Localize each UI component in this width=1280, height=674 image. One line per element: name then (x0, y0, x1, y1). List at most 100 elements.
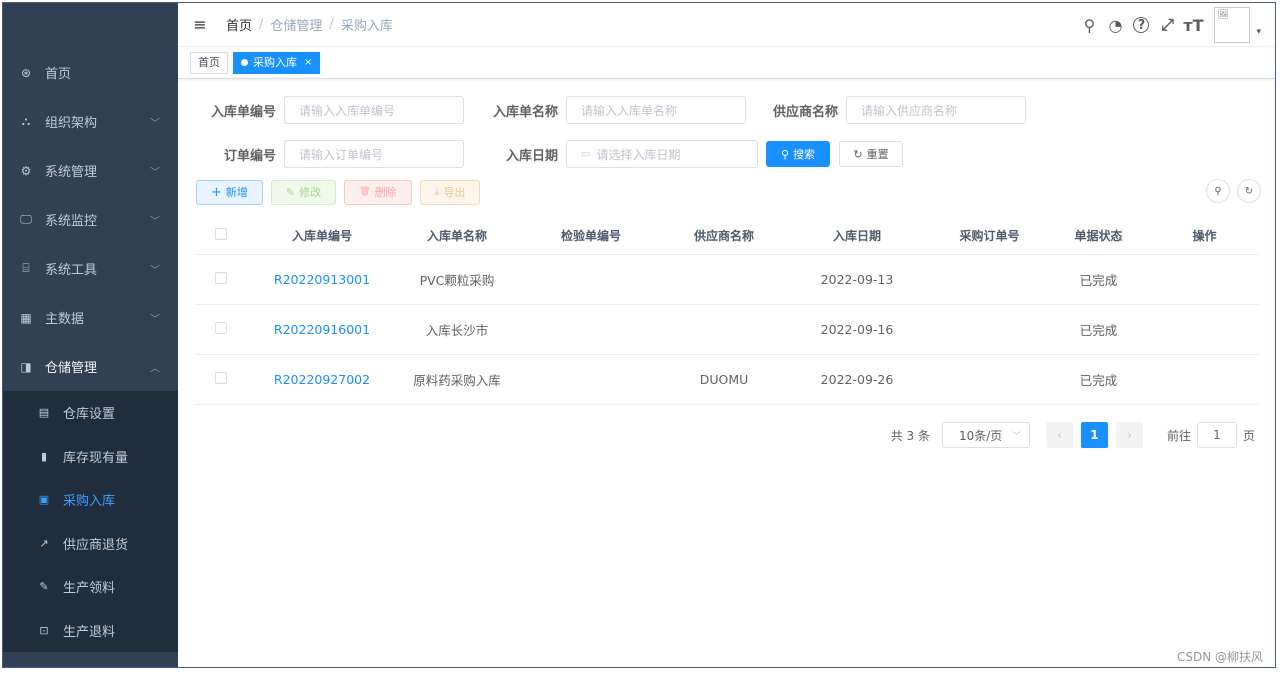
monitor-icon: 🖵 (20, 212, 32, 226)
inbound-code-link[interactable]: R20220927002 (246, 372, 398, 387)
warehouse-submenu: ▤ 仓库设置 ▮ 库存现有量 ▣ 采购入库 ↗ 供应商退货 ✎ 生产领料 ⊡ 生… (3, 391, 178, 652)
sidebar-item-label: 仓储管理 (45, 361, 98, 376)
sidebar-item-system-tools[interactable]: ⌸ 系统工具 ﹀ (3, 244, 178, 293)
sidebar-subitem-label: 供应商退货 (63, 537, 129, 553)
search-icon: ⚲ (780, 147, 790, 161)
inbound-name-cell: PVC颗粒采购 (419, 273, 495, 288)
search-button[interactable]: ⚲ 搜索 (766, 141, 830, 167)
font-size-icon[interactable]: тT (1180, 12, 1206, 38)
toggle-search-button[interactable]: ⚲ (1206, 179, 1230, 203)
inbound-name-input[interactable]: 请输入入库单名称 (566, 96, 746, 124)
navbar: ≡ 首页 / 仓储管理 / 采购入库 ⚲ ◔ ? ⤢ тT 🖼 ▾ (178, 3, 1275, 47)
caret-down-icon[interactable]: ▾ (1256, 27, 1261, 37)
row-checkbox[interactable] (215, 372, 227, 384)
sidebar-item-home[interactable]: ⊛ 首页 (3, 48, 178, 97)
column-header[interactable]: 入库单编号 (246, 227, 398, 244)
warehouse-icon: ◨ (20, 359, 32, 374)
sidebar-subitem-supplier-return[interactable]: ↗ 供应商退货 (3, 522, 178, 566)
tag-home[interactable]: 首页 (190, 51, 228, 74)
close-icon[interactable]: × (304, 53, 312, 73)
sidebar-subitem-production-issue[interactable]: ✎ 生产领料 (3, 565, 178, 609)
table-row[interactable]: R20220916001 入库长沙市 2022-09-16 已完成 (196, 305, 1259, 355)
export-button[interactable]: ⤓ 导出 (419, 179, 481, 205)
page-size-select[interactable]: 10条/页 ﹀ (941, 422, 1030, 448)
column-header[interactable]: 入库单名称 (398, 227, 516, 244)
sidebar-subitem-purchase-inbound[interactable]: ▣ 采购入库 (3, 478, 178, 522)
sidebar-item-label: 首页 (45, 67, 72, 82)
return-icon: ⊡ (39, 623, 49, 637)
edit-icon: ✎ (285, 185, 296, 199)
supplier-name-label: 供应商名称 (772, 104, 838, 120)
row-select-cell (196, 272, 246, 287)
download-icon: ⤓ (434, 185, 440, 198)
inbound-name-cell: 入库长沙市 (425, 323, 489, 338)
next-page-button[interactable]: › (1115, 422, 1143, 448)
export-button-label: 导出 (443, 186, 466, 199)
delete-button-label: 删除 (374, 186, 397, 199)
add-button-label: 新增 (225, 186, 248, 199)
sidebar-item-organization[interactable]: ⛬ 组织架构 ﹀ (3, 97, 178, 146)
supplier-name-input[interactable]: 请输入供应商名称 (846, 96, 1026, 124)
order-code-label: 订单编号 (223, 148, 276, 164)
github-icon[interactable]: ◔ (1102, 12, 1128, 38)
row-checkbox[interactable] (215, 272, 227, 284)
goto-page-input[interactable]: 1 (1196, 422, 1237, 448)
table-row[interactable]: R20220913001 PVC颗粒采购 2022-09-13 已完成 (196, 255, 1259, 305)
search-icon[interactable]: ⚲ (1076, 12, 1102, 38)
page-number-button[interactable]: 1 (1080, 422, 1108, 448)
refresh-button[interactable]: ↻ (1237, 179, 1261, 203)
sidebar-subitem-warehouse-settings[interactable]: ▤ 仓库设置 (3, 391, 178, 435)
breadcrumb: 首页 / 仓储管理 / 采购入库 (226, 15, 393, 34)
inbound-code-input[interactable]: 请输入入库单编号 (284, 96, 464, 124)
inbound-code-link[interactable]: R20220913001 (246, 272, 398, 287)
avatar[interactable]: 🖼 (1214, 7, 1251, 43)
column-header[interactable]: 采购订单号 (932, 227, 1047, 244)
tags-view: 首页 采购入库 × (178, 47, 1275, 79)
column-header[interactable]: 供应商名称 (666, 227, 782, 244)
row-checkbox[interactable] (215, 322, 227, 334)
table-header: 入库单编号 入库单名称 检验单编号 供应商名称 入库日期 采购订单号 单据状态 … (196, 217, 1259, 255)
select-all-checkbox[interactable] (215, 228, 227, 240)
tree-icon: ⛬ (21, 114, 31, 128)
reset-button[interactable]: ↻ 重置 (839, 141, 903, 167)
edit-button[interactable]: ✎ 修改 (270, 179, 337, 205)
sidebar-item-label: 组织架构 (45, 116, 98, 131)
order-code-input[interactable]: 请输入订单编号 (284, 140, 464, 168)
help-icon[interactable]: ? (1133, 17, 1150, 33)
calendar-icon: ▭ (581, 148, 591, 160)
sidebar-subitem-production-return[interactable]: ⊡ 生产退料 (3, 609, 178, 653)
inbound-code-link[interactable]: R20220916001 (246, 322, 398, 337)
inbound-date-cell: 2022-09-26 (820, 372, 894, 387)
external-link-icon: ↗ (39, 536, 49, 550)
page-content: 入库单编号 请输入入库单编号 入库单名称 请输入入库单名称 供应商名称 请输入供… (178, 79, 1275, 405)
column-header[interactable]: 检验单编号 (516, 227, 666, 244)
sidebar-item-system-management[interactable]: ⚙ 系统管理 ﹀ (3, 146, 178, 195)
sidebar-item-warehouse[interactable]: ◨ 仓储管理 ︿ (3, 342, 178, 391)
search-form-row-2: 订单编号 请输入订单编号 入库日期 ▭ 请选择入库日期 ⚲ 搜索 ↻ 重置 (196, 139, 1257, 169)
table-row[interactable]: R20220927002 原料药采购入库 DUOMU 2022-09-26 已完… (196, 355, 1259, 405)
sidebar-item-label: 系统管理 (45, 165, 98, 180)
breadcrumb-home[interactable]: 首页 (226, 15, 252, 34)
tag-label: 采购入库 (253, 55, 297, 69)
inbound-date-picker[interactable]: ▭ 请选择入库日期 (566, 140, 758, 168)
fullscreen-icon[interactable]: ⤢ (1154, 12, 1180, 38)
plus-icon: + (211, 184, 222, 200)
add-button[interactable]: + 新增 (196, 179, 263, 205)
sidebar-subitem-stock-onhand[interactable]: ▮ 库存现有量 (3, 435, 178, 479)
sidebar-item-system-monitor[interactable]: 🖵 系统监控 ﹀ (3, 195, 178, 244)
column-header[interactable]: 入库日期 (782, 227, 932, 244)
tag-label: 首页 (198, 55, 220, 69)
grid-icon: ▦ (20, 310, 32, 325)
sidebar-item-label: 系统监控 (45, 214, 98, 229)
dashboard-icon: ⊛ (20, 65, 32, 80)
sidebar-item-master-data[interactable]: ▦ 主数据 ﹀ (3, 293, 178, 342)
trash-icon: 🗑 (359, 187, 371, 197)
breadcrumb-separator: / (259, 17, 264, 32)
prev-page-button[interactable]: ‹ (1045, 422, 1073, 448)
hamburger-icon[interactable]: ≡ (190, 15, 210, 35)
column-header[interactable]: 单据状态 (1047, 227, 1150, 244)
column-header: 操作 (1192, 229, 1217, 243)
breadcrumb-current: 采购入库 (340, 19, 393, 34)
delete-button[interactable]: 🗑 删除 (344, 179, 412, 205)
tag-purchase-inbound[interactable]: 采购入库 × (233, 51, 321, 74)
